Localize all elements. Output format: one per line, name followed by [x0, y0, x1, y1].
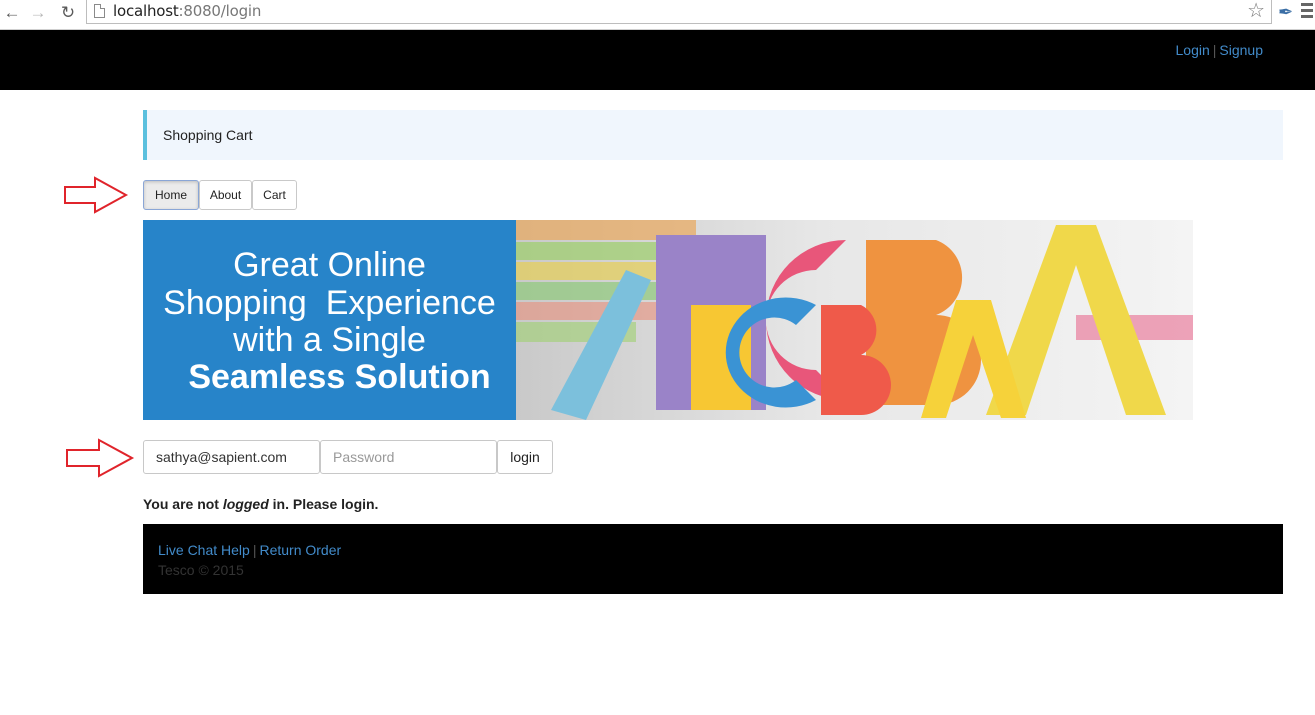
top-navbar: Login | Signup — [0, 30, 1315, 90]
footer-links: Live Chat Help | Return Order — [158, 542, 341, 558]
banner-line-1: Great Online — [233, 246, 426, 284]
banner-text-panel: Great Online Shopping Experience with a … — [143, 220, 516, 420]
banner-image — [516, 220, 1193, 420]
tab-home[interactable]: Home — [143, 180, 199, 210]
live-chat-link[interactable]: Live Chat Help — [158, 542, 250, 558]
separator: | — [1212, 42, 1217, 58]
password-field[interactable] — [320, 440, 497, 474]
status-text-1: You are not — [143, 496, 223, 512]
status-emphasis: logged — [222, 496, 269, 512]
status-text-2: in. Please login. — [268, 496, 379, 512]
hero-banner: Great Online Shopping Experience with a … — [143, 220, 1193, 420]
email-field[interactable] — [143, 440, 320, 474]
banner-line-2: Shopping Experience — [163, 284, 496, 322]
return-order-link[interactable]: Return Order — [259, 542, 341, 558]
login-button[interactable]: login — [497, 440, 553, 474]
copyright-text: Tesco © 2015 — [158, 562, 244, 578]
url-text[interactable]: localhost:8080/login — [113, 2, 261, 20]
eyedropper-icon[interactable]: ✒ — [1278, 2, 1293, 23]
tab-about[interactable]: About — [199, 180, 252, 210]
login-link[interactable]: Login — [1176, 42, 1210, 58]
forward-icon[interactable]: → — [28, 3, 48, 23]
banner-line-3: with a Single — [233, 321, 426, 359]
page-title: Shopping Cart — [163, 127, 253, 143]
banner-line-4: Seamless Solution — [188, 358, 491, 396]
foam-letters-illustration — [516, 220, 1193, 420]
signup-link[interactable]: Signup — [1219, 42, 1263, 58]
back-icon[interactable]: ← — [2, 3, 22, 23]
browser-toolbar: ← → ↻ localhost:8080/login ☆ ✒ — [0, 0, 1315, 30]
page-title-panel: Shopping Cart — [143, 110, 1283, 160]
annotation-arrow-icon — [64, 176, 129, 214]
address-bar[interactable]: localhost:8080/login ☆ — [86, 0, 1272, 24]
auth-links: Login | Signup — [1176, 42, 1264, 58]
reload-icon[interactable]: ↻ — [58, 3, 78, 23]
tab-cart[interactable]: Cart — [252, 180, 297, 210]
login-status-message: You are not logged in. Please login. — [143, 496, 378, 512]
annotation-arrow-icon — [66, 438, 135, 478]
menu-icon[interactable] — [1301, 3, 1313, 21]
page-footer: Live Chat Help | Return Order Tesco © 2015 — [143, 524, 1283, 594]
footer-separator: | — [252, 542, 257, 558]
bookmark-star-icon[interactable]: ☆ — [1247, 0, 1265, 22]
page-icon — [94, 4, 105, 18]
